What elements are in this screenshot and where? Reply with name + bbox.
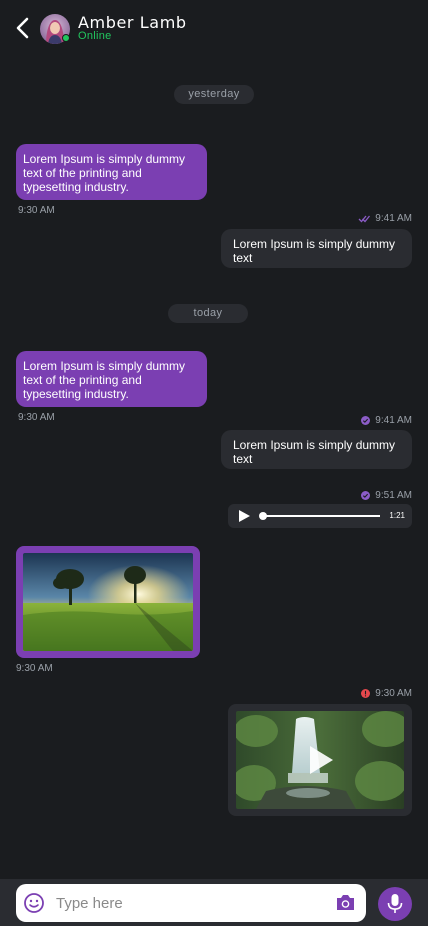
outgoing-message[interactable]: Lorem Ipsum is simply dummy text [221, 430, 412, 469]
double-check-icon [358, 215, 371, 223]
message-input-box [16, 884, 366, 922]
play-icon[interactable] [308, 745, 334, 775]
error-icon [361, 689, 371, 698]
message-composer [0, 879, 428, 926]
audio-message: 1:21 [228, 504, 412, 528]
message-meta: 9:41 AM [358, 213, 412, 224]
message-meta: 9:30 AM [361, 688, 412, 699]
check-circle-icon [361, 416, 371, 425]
incoming-message[interactable]: Lorem Ipsum is simply dummy text of the … [16, 351, 207, 407]
message-time: 9:30 AM [16, 663, 53, 674]
message-time: 9:51 AM [375, 490, 412, 501]
outgoing-message[interactable]: Lorem Ipsum is simply dummy text [221, 229, 412, 268]
message-time: 9:30 AM [18, 412, 55, 423]
message-time: 9:41 AM [375, 213, 412, 224]
waterfall-video-thumbnail[interactable] [236, 711, 404, 809]
message-meta: 9:41 AM [361, 415, 412, 426]
message-time: 9:30 AM [18, 205, 55, 216]
camera-icon[interactable] [335, 893, 356, 912]
audio-progress-track[interactable] [262, 515, 380, 517]
outgoing-video-message[interactable] [228, 704, 412, 816]
landscape-image[interactable] [23, 553, 193, 651]
message-time: 9:41 AM [375, 415, 412, 426]
back-arrow-icon[interactable] [12, 14, 34, 42]
play-icon[interactable] [239, 510, 250, 522]
incoming-image-message[interactable] [16, 546, 200, 658]
incoming-message[interactable]: Lorem Ipsum is simply dummy text of the … [16, 144, 207, 200]
online-indicator [62, 34, 70, 42]
mic-button[interactable] [378, 887, 412, 921]
date-divider-yesterday: yesterday [174, 85, 254, 104]
chat-header: Amber Lamb Online [0, 0, 428, 56]
audio-duration: 1:21 [389, 511, 405, 520]
message-input[interactable] [56, 890, 316, 916]
message-meta: 9:51 AM [361, 490, 412, 501]
check-circle-icon [361, 491, 371, 500]
contact-status: Online [78, 30, 112, 42]
emoji-icon[interactable] [24, 893, 44, 913]
message-time: 9:30 AM [375, 688, 412, 699]
audio-seek-handle[interactable] [259, 512, 267, 520]
date-divider-today: today [168, 304, 248, 323]
mic-icon [387, 894, 403, 913]
